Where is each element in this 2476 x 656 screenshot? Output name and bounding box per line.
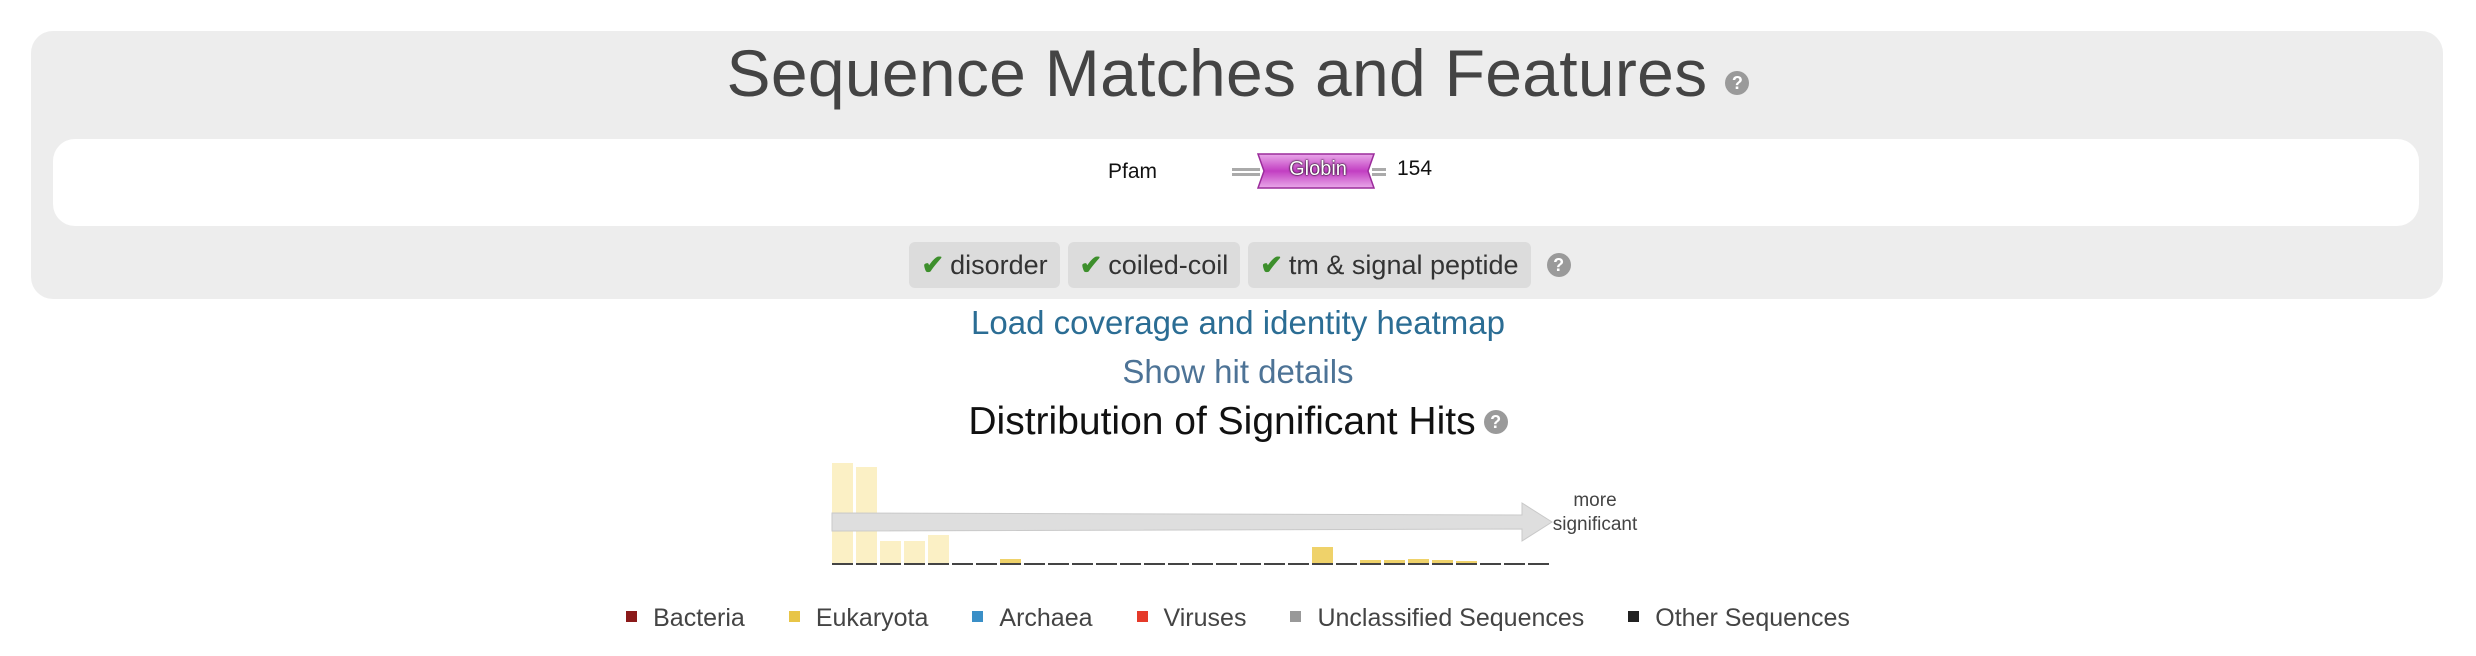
arrow-label-line1: more	[1573, 490, 1616, 511]
legend-item-other[interactable]: Other Sequences	[1628, 604, 1850, 633]
bin-baseline-tick	[1216, 563, 1237, 565]
bin-baseline-tick	[832, 563, 853, 565]
sequence-end-position: 154	[1397, 157, 1433, 180]
bin-baseline-tick	[1192, 563, 1213, 565]
toggle-label: disorder	[950, 250, 1048, 280]
legend-swatch	[1628, 611, 1640, 622]
significant-hits-chart: more significant	[831, 463, 1638, 565]
help-icon[interactable]: ?	[1546, 253, 1571, 277]
bin-baseline-tick	[856, 563, 877, 565]
bin-baseline-tick	[1000, 563, 1021, 565]
bin-baseline-tick	[1168, 563, 1189, 565]
toggle-label: coiled-coil	[1108, 250, 1229, 280]
show-hit-details-link[interactable]: Show hit details	[0, 353, 2476, 391]
sequence-line-left-2	[1232, 173, 1260, 176]
load-heatmap-link-text[interactable]: Load coverage and identity heatmap	[971, 304, 1505, 341]
histogram-bar[interactable]	[1432, 560, 1453, 563]
panel-title: Sequence Matches and Features?	[0, 28, 2476, 118]
legend-item-bacteria[interactable]: Bacteria	[626, 604, 745, 633]
bin-baseline-tick	[1504, 563, 1525, 565]
bin-baseline-tick	[1024, 563, 1045, 565]
bin-baseline-tick	[1288, 563, 1309, 565]
histogram-bar[interactable]	[904, 541, 925, 563]
check-icon: ✔	[1260, 250, 1283, 280]
histogram-bar[interactable]	[928, 535, 949, 563]
bin-baseline-tick	[1360, 563, 1381, 565]
legend-label: Archaea	[999, 604, 1093, 632]
track-label-pfam: Pfam	[1108, 160, 1158, 183]
bin-baseline-tick	[1456, 563, 1477, 565]
check-icon: ✔	[921, 250, 945, 280]
bin-baseline-tick	[1240, 563, 1261, 565]
bin-baseline-tick	[1408, 563, 1429, 565]
sequence-line-left	[1232, 168, 1260, 171]
bin-baseline-tick	[1432, 563, 1453, 565]
bin-baseline-tick	[1048, 563, 1069, 565]
chart-baseline	[832, 563, 1549, 565]
bin-baseline-tick	[928, 563, 949, 565]
histogram-bar[interactable]	[880, 541, 901, 563]
feature-toggles: ✔ disorder ✔ coiled-coil ✔ tm & signal peptid…	[0, 242, 2476, 288]
legend-swatch	[1136, 611, 1148, 622]
distribution-title-text: Distribution of Significant Hits	[968, 400, 1476, 443]
histogram-bar[interactable]	[1360, 560, 1381, 563]
histogram-bar[interactable]	[1312, 547, 1333, 563]
toggle-coiled-coil[interactable]: ✔ coiled-coil	[1067, 242, 1241, 288]
bin-baseline-tick	[976, 563, 997, 565]
show-hit-details-link-text[interactable]: Show hit details	[1122, 353, 1353, 390]
bin-baseline-tick	[1528, 563, 1549, 565]
bin-baseline-tick	[1120, 563, 1141, 565]
legend-label: Bacteria	[653, 604, 745, 632]
taxonomy-legend: Bacteria Eukaryota Archaea Viruses Uncla…	[0, 604, 2476, 633]
legend-swatch	[972, 611, 984, 622]
distribution-title: Distribution of Significant Hits?	[0, 400, 2476, 444]
legend-swatch	[626, 611, 638, 622]
toggle-tm-signal-peptide[interactable]: ✔ tm & signal peptide	[1248, 242, 1531, 288]
legend-item-viruses[interactable]: Viruses	[1136, 604, 1247, 633]
legend-item-eukaryota[interactable]: Eukaryota	[788, 604, 929, 633]
legend-swatch	[1290, 611, 1302, 622]
help-icon[interactable]: ?	[1483, 409, 1508, 434]
legend-label: Unclassified Sequences	[1317, 604, 1585, 632]
toggle-disorder[interactable]: ✔ disorder	[909, 242, 1060, 288]
bin-baseline-tick	[1072, 563, 1093, 565]
bin-baseline-tick	[1264, 563, 1285, 565]
panel-title-text: Sequence Matches and Features	[726, 36, 1708, 110]
bin-baseline-tick	[1096, 563, 1117, 565]
histogram-bar[interactable]	[1000, 559, 1021, 563]
bin-baseline-tick	[1312, 563, 1333, 565]
bin-baseline-tick	[952, 563, 973, 565]
legend-item-archaea[interactable]: Archaea	[972, 604, 1093, 633]
bin-baseline-tick	[880, 563, 901, 565]
bin-baseline-tick	[1336, 563, 1357, 565]
bin-baseline-tick	[1480, 563, 1501, 565]
arrow-label-line2: significant	[1553, 514, 1638, 535]
bin-baseline-tick	[1384, 563, 1405, 565]
legend-label: Viruses	[1163, 604, 1247, 632]
legend-label: Eukaryota	[815, 604, 929, 632]
legend-label: Other Sequences	[1655, 604, 1850, 632]
toggle-label: tm & signal peptide	[1288, 250, 1519, 280]
legend-item-unclassified[interactable]: Unclassified Sequences	[1290, 604, 1584, 633]
check-icon: ✔	[1079, 250, 1103, 280]
histogram-bar[interactable]	[1456, 561, 1477, 563]
histogram-bar[interactable]	[1384, 560, 1405, 563]
load-heatmap-link[interactable]: Load coverage and identity heatmap	[0, 304, 2476, 342]
histogram-bar[interactable]	[1408, 559, 1429, 563]
domain-label-globin: Globin	[1289, 158, 1347, 180]
bin-baseline-tick	[904, 563, 925, 565]
bin-baseline-tick	[1144, 563, 1165, 565]
legend-swatch	[788, 611, 800, 622]
help-icon[interactable]: ?	[1725, 70, 1750, 95]
